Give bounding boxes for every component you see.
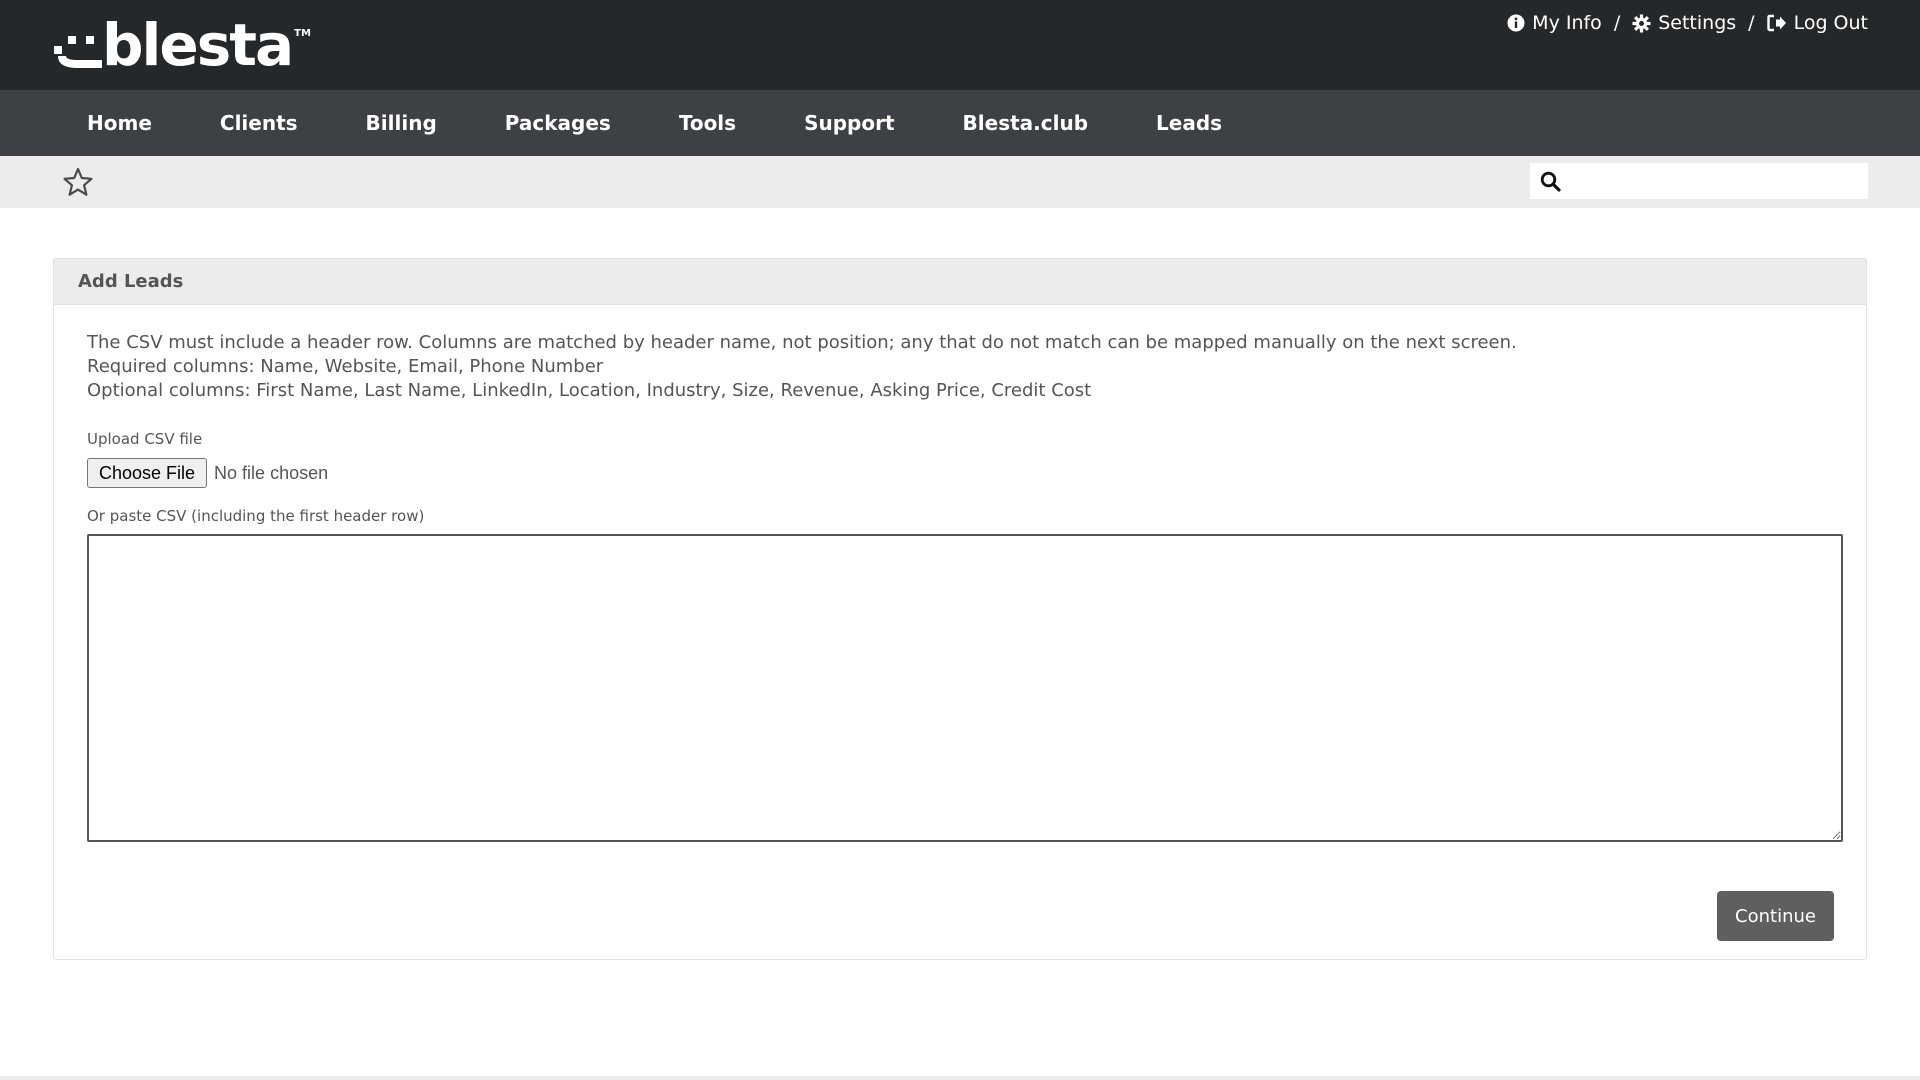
csv-instructions: The CSV must include a header row. Colum… <box>87 331 1517 403</box>
search-box <box>1530 163 1868 199</box>
nav-item-leads[interactable]: Leads <box>1122 90 1256 156</box>
top-header: blesta TM My Info / Settings / Log Out <box>0 0 1920 90</box>
instruction-line: The CSV must include a header row. Colum… <box>87 332 1517 353</box>
footer-divider <box>0 1076 1920 1080</box>
blesta-logo[interactable]: blesta TM <box>50 16 311 74</box>
my-info-link[interactable]: My Info <box>1507 12 1602 34</box>
separator: / <box>1613 12 1621 34</box>
choose-file-button[interactable]: Choose File <box>87 458 208 488</box>
info-icon <box>1507 14 1525 32</box>
nav-item-clients[interactable]: Clients <box>186 90 332 156</box>
blesta-logo-mark <box>54 36 102 68</box>
paste-csv-textarea[interactable] <box>87 534 1843 842</box>
gear-icon <box>1632 13 1651 33</box>
main-nav: Home Clients Billing Packages Tools Supp… <box>0 90 1920 156</box>
nav-item-packages[interactable]: Packages <box>471 90 645 156</box>
nav-item-tools[interactable]: Tools <box>645 90 770 156</box>
separator: / <box>1748 12 1755 34</box>
no-file-status: No file chosen <box>214 462 329 483</box>
logout-icon <box>1766 14 1786 32</box>
search-icon <box>1540 171 1561 192</box>
file-upload-field: Choose File No file chosen <box>87 458 328 488</box>
paste-csv-label: Or paste CSV (including the first header… <box>87 507 425 525</box>
logo-trademark: TM <box>294 28 311 39</box>
logo-text: blesta <box>102 11 294 79</box>
upload-csv-label: Upload CSV file <box>87 430 203 448</box>
logout-link[interactable]: Log Out <box>1766 12 1868 34</box>
nav-item-blesta-club[interactable]: Blesta.club <box>929 90 1123 156</box>
settings-link[interactable]: Settings <box>1632 12 1736 34</box>
instruction-line: Required columns: Name, Website, Email, … <box>87 356 604 377</box>
nav-item-support[interactable]: Support <box>770 90 928 156</box>
nav-item-billing[interactable]: Billing <box>332 90 471 156</box>
star-icon[interactable] <box>62 166 94 198</box>
continue-button[interactable]: Continue <box>1717 891 1834 941</box>
nav-item-home[interactable]: Home <box>53 90 186 156</box>
instruction-line: Optional columns: First Name, Last Name,… <box>87 380 1092 401</box>
panel-title: Add Leads <box>54 259 1866 305</box>
search-input[interactable] <box>1569 164 1868 198</box>
logout-label: Log Out <box>1793 12 1868 34</box>
settings-label: Settings <box>1658 12 1737 34</box>
add-leads-panel: Add Leads The CSV must include a header … <box>53 258 1867 960</box>
my-info-label: My Info <box>1532 12 1602 34</box>
user-links: My Info / Settings / Log Out <box>1507 12 1868 34</box>
